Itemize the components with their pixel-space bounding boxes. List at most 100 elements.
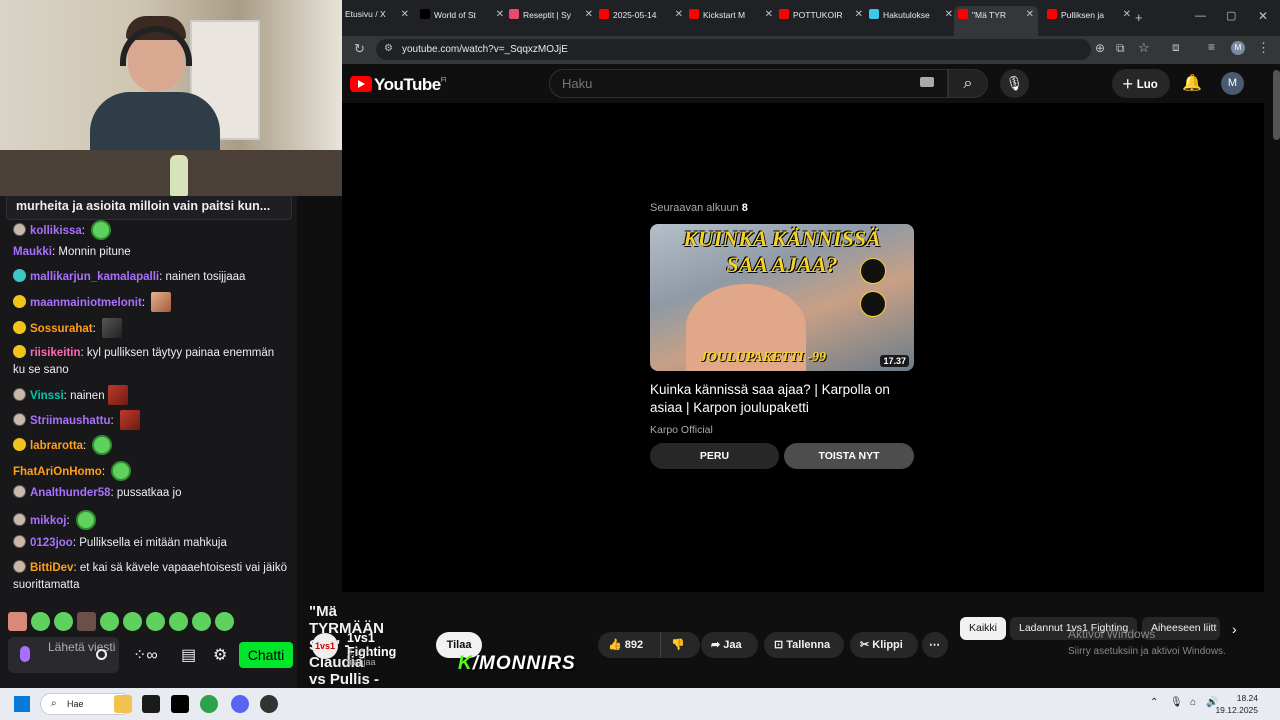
close-tab-icon[interactable]: ✕ bbox=[496, 9, 504, 20]
share-button[interactable]: ➦ Jaa bbox=[701, 632, 758, 658]
badge-icon[interactable] bbox=[13, 223, 26, 236]
store-icon[interactable]: ▤ bbox=[181, 645, 196, 665]
close-tab-icon[interactable]: ✕ bbox=[1026, 9, 1034, 20]
video-player[interactable]: Seuraavan alkuun 8 KUINKA KÄNNISSÄ SAA A… bbox=[342, 103, 1264, 592]
chat-username[interactable]: mikkoj bbox=[30, 515, 66, 527]
channel-avatar[interactable]: 1vs1 bbox=[312, 633, 338, 659]
chat-username[interactable]: FhatAriOnHomo bbox=[13, 466, 102, 478]
create-button[interactable]: ＋ Luo bbox=[1112, 69, 1170, 98]
emote-icon[interactable] bbox=[107, 385, 128, 405]
browser-tab[interactable]: Kickstart M ✕ bbox=[689, 9, 773, 27]
search-input[interactable] bbox=[549, 69, 948, 98]
emote-icon[interactable] bbox=[92, 435, 113, 455]
badge-icon[interactable] bbox=[13, 413, 26, 426]
settings-icon[interactable]: ⚙ bbox=[213, 645, 227, 665]
network-icon[interactable]: ⌂ bbox=[1190, 697, 1196, 708]
browser-tab[interactable]: World of St ✕ bbox=[420, 9, 504, 27]
browser-tab[interactable]: Hakutulokse ✕ bbox=[869, 9, 953, 27]
clip-button[interactable]: ✂ Klippi bbox=[850, 632, 918, 658]
file-explorer-icon[interactable] bbox=[114, 695, 132, 713]
close-tab-icon[interactable]: ✕ bbox=[945, 9, 953, 20]
emote-icon[interactable] bbox=[75, 510, 96, 530]
chat-message-input[interactable]: Lähetä viesti bbox=[8, 637, 119, 673]
emote-icon[interactable] bbox=[151, 292, 172, 312]
chat-username[interactable]: labrarotta bbox=[30, 440, 83, 452]
media-icon[interactable]: ≡ bbox=[1208, 40, 1215, 54]
browser-tab[interactable]: POTTUKOIR ✕ bbox=[779, 9, 863, 27]
close-window-icon[interactable]: ✕ bbox=[1258, 9, 1268, 23]
close-tab-icon[interactable]: ✕ bbox=[1123, 9, 1131, 20]
close-tab-icon[interactable]: ✕ bbox=[585, 9, 593, 20]
next-video-channel[interactable]: Karpo Official bbox=[650, 424, 713, 436]
save-button[interactable]: ⊡ Tallenna bbox=[764, 632, 844, 658]
chip-all[interactable]: Kaikki bbox=[960, 617, 1007, 640]
close-tab-icon[interactable]: ✕ bbox=[401, 9, 409, 20]
tray-chevron-icon[interactable]: ⌃ bbox=[1150, 697, 1158, 708]
menu-icon[interactable]: ⋮ bbox=[1257, 40, 1270, 56]
zoom-icon[interactable]: ⊕ bbox=[1095, 41, 1105, 55]
emote-picker-icon[interactable] bbox=[96, 649, 107, 660]
channel-points-icon[interactable]: ⁘∞ bbox=[133, 645, 158, 665]
badge-icon[interactable] bbox=[13, 513, 26, 526]
emote-icon[interactable] bbox=[119, 410, 140, 430]
x-app-icon[interactable] bbox=[171, 695, 189, 713]
emote-icon[interactable] bbox=[91, 220, 112, 240]
browser-tab[interactable]: Reseptit | Sy ✕ bbox=[509, 9, 593, 27]
play-now-button[interactable]: TOISTA NYT bbox=[784, 443, 914, 469]
voice-search-button[interactable]: 🎙 bbox=[1000, 69, 1029, 98]
chat-username[interactable]: mallikarjun_kamalapalli bbox=[30, 271, 159, 283]
chat-username[interactable]: kollikissa bbox=[30, 225, 82, 237]
url-field[interactable]: ⚙ youtube.com/watch?v=_SqqxzMOJjE bbox=[376, 39, 1091, 60]
badge-icon[interactable] bbox=[13, 321, 26, 334]
discord-icon[interactable] bbox=[231, 695, 249, 713]
account-avatar[interactable]: M bbox=[1221, 72, 1244, 95]
site-info-icon[interactable]: ⚙ bbox=[384, 43, 393, 54]
next-video-title[interactable]: Kuinka kännissä saa ajaa? | Karpolla on … bbox=[650, 381, 920, 417]
browser-tab[interactable]: Etusivu / X ✕ bbox=[345, 9, 409, 27]
search-button[interactable]: ⌕ bbox=[948, 69, 988, 98]
close-tab-icon[interactable]: ✕ bbox=[765, 9, 773, 20]
chat-username[interactable]: Sossurahat bbox=[30, 323, 93, 335]
chevron-right-icon[interactable]: › bbox=[1232, 621, 1237, 637]
keyboard-icon[interactable] bbox=[920, 77, 934, 87]
chat-username[interactable]: riisikeitin bbox=[30, 347, 81, 359]
chrome-icon[interactable] bbox=[200, 695, 218, 713]
emote-icon[interactable] bbox=[111, 461, 132, 481]
reload-icon[interactable]: ↻ bbox=[354, 41, 365, 57]
taskbar-clock[interactable]: 18.24 19.12.2025 bbox=[1215, 692, 1258, 716]
badge-icon[interactable] bbox=[13, 485, 26, 498]
badge-icon[interactable] bbox=[13, 438, 26, 451]
emote-suggestions[interactable] bbox=[8, 612, 248, 634]
cancel-autoplay-button[interactable]: PERU bbox=[650, 443, 779, 469]
chat-send-button[interactable]: Chatti bbox=[239, 642, 293, 668]
chat-username[interactable]: Vinssi bbox=[30, 390, 64, 402]
pinned-message[interactable]: murheita ja asioita milloin vain paitsi … bbox=[6, 196, 292, 220]
chat-username[interactable]: Analthunder58 bbox=[30, 487, 111, 499]
chat-username[interactable]: BittiDev bbox=[30, 562, 73, 574]
maximize-icon[interactable]: ▢ bbox=[1226, 9, 1236, 22]
youtube-logo[interactable]: YouTubeFI bbox=[350, 75, 446, 95]
chat-username[interactable]: Maukki bbox=[13, 246, 52, 258]
badge-icon[interactable] bbox=[13, 269, 26, 282]
obs-icon[interactable] bbox=[260, 695, 278, 713]
badge-icon[interactable] bbox=[13, 345, 26, 358]
minimize-icon[interactable]: — bbox=[1195, 10, 1206, 22]
next-video-thumbnail[interactable]: KUINKA KÄNNISSÄ SAA AJAA? JOULUPAKETTI -… bbox=[650, 224, 914, 371]
badge-icon[interactable] bbox=[13, 535, 26, 548]
badge-icon[interactable] bbox=[13, 388, 26, 401]
browser-tab[interactable]: Pulliksen ja ✕ bbox=[1047, 9, 1131, 27]
more-actions-button[interactable]: ⋯ bbox=[922, 632, 948, 658]
badge-icon[interactable] bbox=[13, 560, 26, 573]
badge-icon[interactable] bbox=[13, 295, 26, 308]
extensions-icon[interactable]: ⧈ bbox=[1172, 40, 1180, 55]
browser-tab[interactable]: "Mä TYR ✕ bbox=[954, 6, 1038, 36]
emote-icon[interactable] bbox=[102, 318, 123, 338]
chat-username[interactable]: maanmainiotmelonit bbox=[30, 297, 142, 309]
windows-start-icon[interactable] bbox=[14, 696, 30, 712]
notifications-bell-icon[interactable]: 🔔 bbox=[1182, 73, 1202, 93]
close-tab-icon[interactable]: ✕ bbox=[855, 9, 863, 20]
mic-icon[interactable] bbox=[20, 646, 30, 662]
chat-username[interactable]: 0123joo bbox=[30, 537, 73, 549]
chat-username[interactable]: Striimaushattu bbox=[30, 415, 111, 427]
tray-mic-icon[interactable]: 🎙 bbox=[1170, 697, 1183, 708]
